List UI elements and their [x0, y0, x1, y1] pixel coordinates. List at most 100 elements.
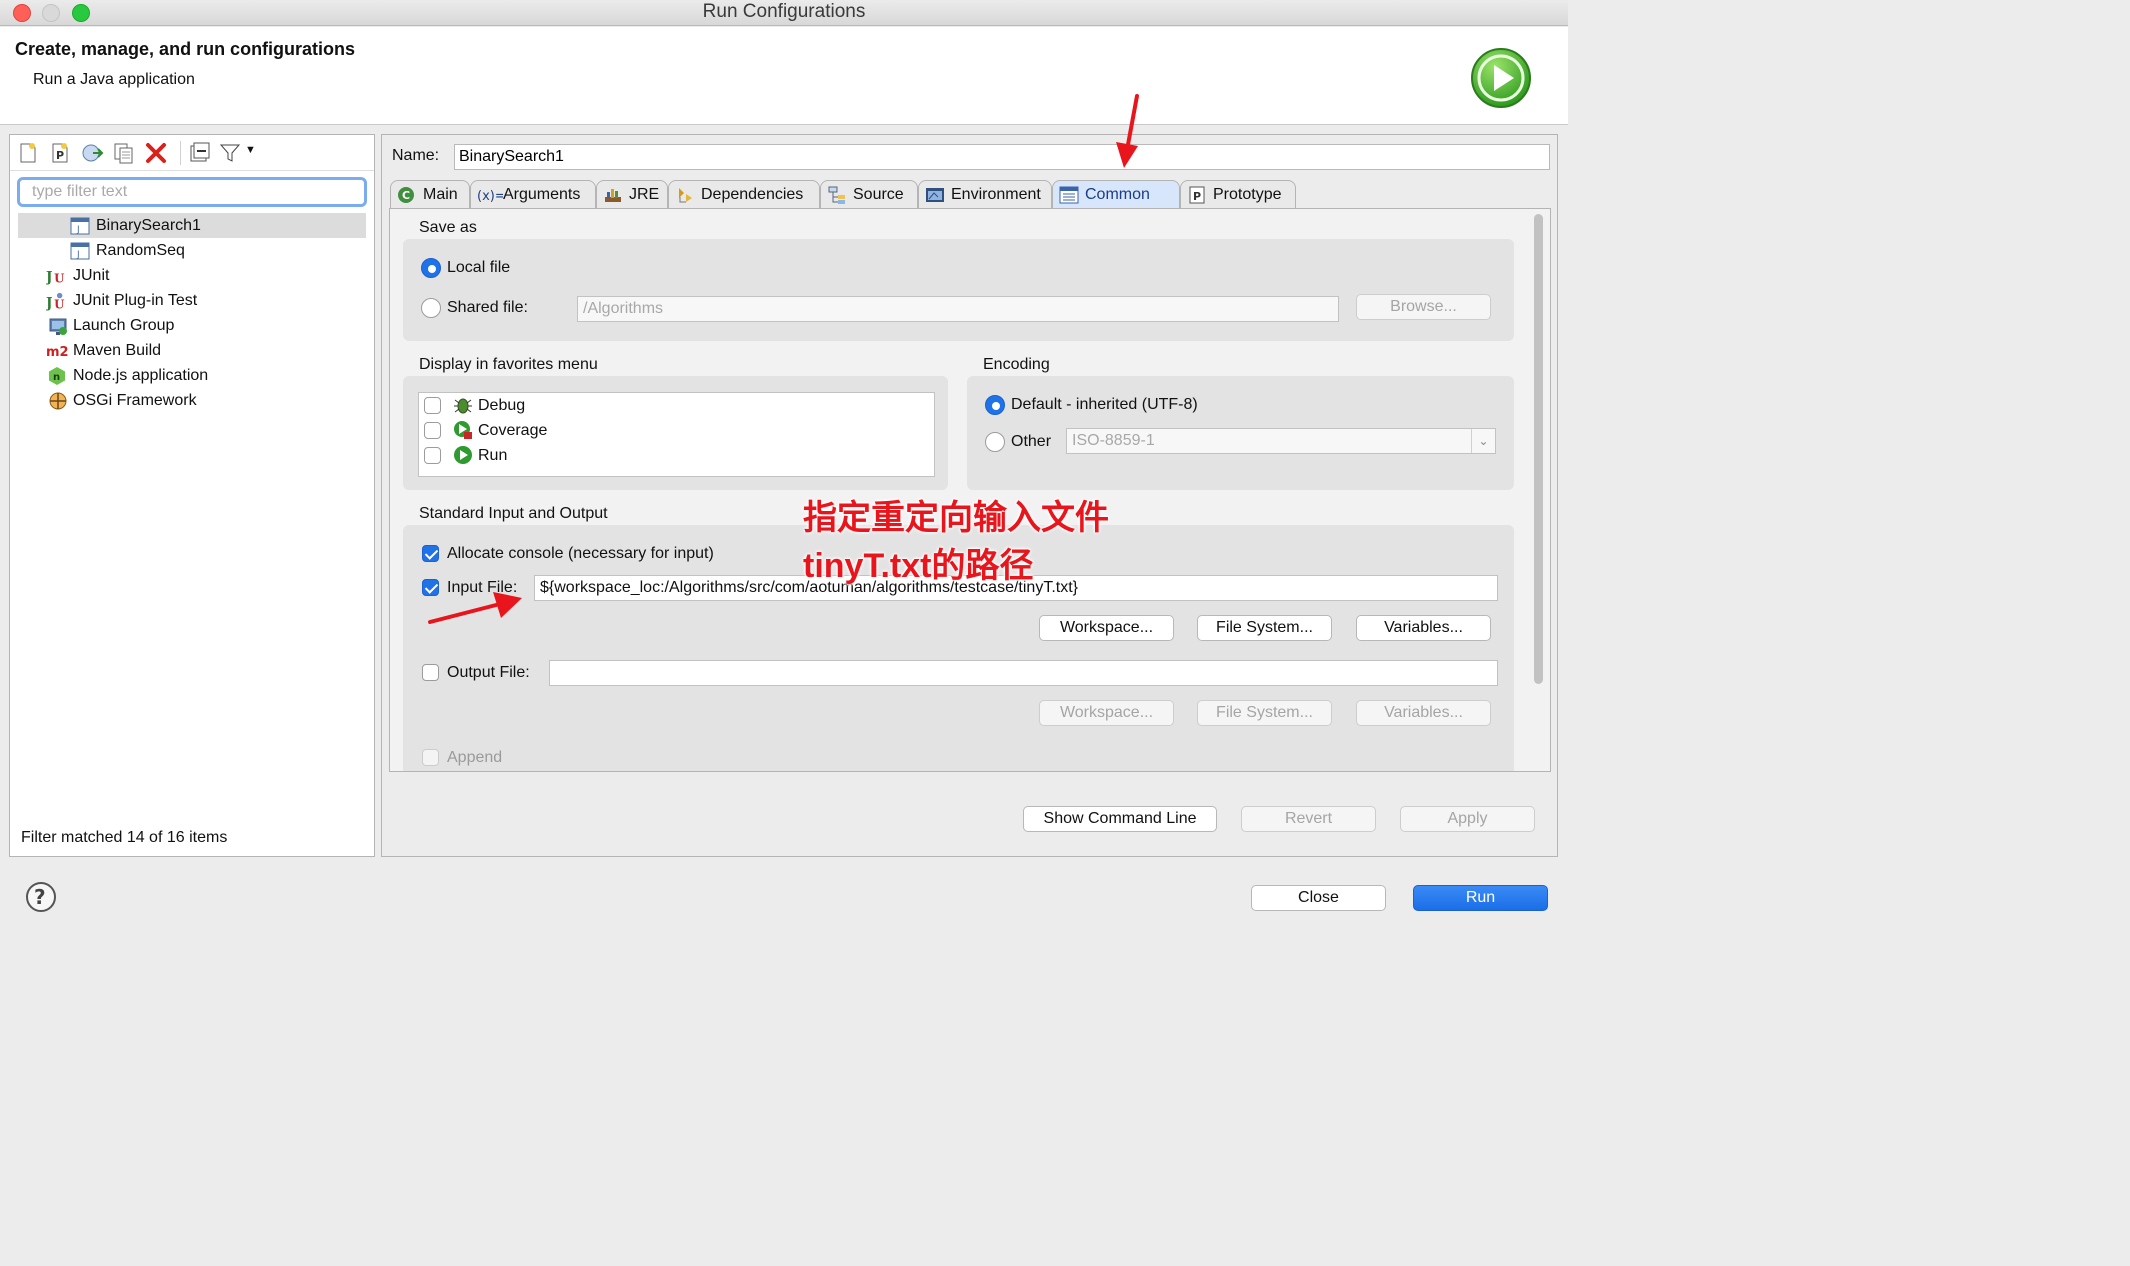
svg-text:U: U: [54, 297, 65, 311]
run-button[interactable]: Run: [1413, 885, 1548, 911]
title-bar: Run Configurations: [0, 0, 1568, 26]
source-tab-icon: [828, 186, 845, 204]
tree-item-label: JUnit Plug-in Test: [73, 292, 198, 309]
coverage-icon: [454, 421, 472, 439]
save-as-group: [403, 239, 1514, 341]
run-checkbox[interactable]: [424, 447, 441, 464]
svg-text:?: ?: [34, 885, 46, 909]
tab-label: Dependencies: [701, 186, 804, 203]
configuration-list-pane: P ▼ J BinarySearch1 J RandomSeq JU JUnit…: [9, 134, 375, 857]
filter-input[interactable]: [17, 177, 367, 207]
chevron-down-icon: ⌄: [1471, 429, 1495, 453]
input-variables-button[interactable]: Variables...: [1356, 615, 1491, 641]
append-checkbox[interactable]: [422, 749, 439, 766]
coverage-checkbox[interactable]: [424, 422, 441, 439]
osgi-icon: [49, 392, 67, 410]
output-workspace-button[interactable]: Workspace...: [1039, 700, 1174, 726]
tab-common[interactable]: Common: [1052, 180, 1180, 208]
tab-label: Source: [853, 186, 904, 203]
tab-label: Prototype: [1213, 186, 1282, 203]
tab-source[interactable]: Source: [820, 180, 918, 208]
output-file-system-button[interactable]: File System...: [1197, 700, 1332, 726]
name-input[interactable]: [454, 144, 1550, 170]
maven-icon: m2: [46, 345, 69, 360]
vertical-scrollbar[interactable]: [1534, 214, 1543, 684]
delete-icon[interactable]: [144, 141, 168, 165]
dependencies-tab-icon: [679, 188, 692, 203]
launch-group-icon: [49, 318, 67, 335]
tree-item-label: JUnit: [73, 267, 110, 284]
annotation-text-line1: 指定重定向输入文件: [803, 499, 1109, 537]
debug-checkbox[interactable]: [424, 397, 441, 414]
tab-prototype[interactable]: P Prototype: [1180, 180, 1296, 208]
default-encoding-radio[interactable]: [985, 395, 1005, 415]
dialog-header: Create, manage, and run configurations R…: [0, 27, 1568, 125]
other-encoding-radio[interactable]: [985, 432, 1005, 452]
new-prototype-icon[interactable]: P: [48, 141, 72, 165]
tree-item-nodejs-application[interactable]: n Node.js application: [18, 363, 366, 388]
junit-plugin-icon: JU: [46, 292, 65, 311]
junit-icon: JU: [46, 269, 65, 285]
run-circle-icon: [1471, 48, 1531, 108]
tree-item-junit-plugin-test[interactable]: JU JUnit Plug-in Test: [18, 288, 366, 313]
shared-file-field[interactable]: /Algorithms: [577, 296, 1339, 322]
header-title: Create, manage, and run configurations: [15, 39, 356, 59]
allocate-console-checkbox[interactable]: [422, 545, 439, 562]
dropdown-arrow-icon[interactable]: ▼: [245, 144, 256, 156]
svg-text:C: C: [402, 189, 410, 202]
encoding-select[interactable]: ISO-8859-1 ⌄: [1066, 428, 1496, 454]
nodejs-icon: n: [49, 367, 65, 385]
tree-item-label: OSGi Framework: [73, 392, 197, 409]
allocate-console-label: Allocate console (necessary for input): [447, 545, 714, 562]
common-tab-icon: [1059, 186, 1079, 204]
apply-button[interactable]: Apply: [1400, 806, 1535, 832]
svg-text:J: J: [76, 250, 80, 260]
arguments-tab-icon: (x)=: [477, 189, 503, 204]
toolbar-separator: [180, 141, 181, 165]
tab-arguments[interactable]: (x)= Arguments: [470, 180, 596, 208]
other-encoding-label: Other: [1011, 433, 1052, 450]
filter-icon[interactable]: [218, 141, 242, 165]
help-icon[interactable]: ?: [25, 881, 57, 913]
stdio-title: Standard Input and Output: [419, 505, 608, 522]
collapse-all-icon[interactable]: [188, 141, 212, 165]
output-file-field[interactable]: [549, 660, 1498, 686]
tree-item-maven-build[interactable]: m2 Maven Build: [18, 338, 366, 363]
svg-text:P: P: [1193, 190, 1201, 203]
tab-main[interactable]: C Main: [390, 180, 470, 208]
tree-item-junit[interactable]: JU JUnit: [18, 263, 366, 288]
encoding-title: Encoding: [983, 356, 1050, 373]
new-config-icon[interactable]: [16, 141, 40, 165]
shared-file-radio[interactable]: [421, 298, 441, 318]
tab-label: JRE: [629, 186, 660, 203]
tree-item-binarysearch1[interactable]: J BinarySearch1: [18, 213, 366, 238]
svg-text:J: J: [76, 225, 80, 235]
tree-item-label: RandomSeq: [96, 242, 185, 259]
svg-text:P: P: [56, 149, 64, 162]
tab-label: Arguments: [503, 186, 581, 203]
input-file-system-button[interactable]: File System...: [1197, 615, 1332, 641]
tab-dependencies[interactable]: Dependencies: [668, 180, 820, 208]
coverage-label: Coverage: [478, 422, 548, 439]
input-workspace-button[interactable]: Workspace...: [1039, 615, 1174, 641]
tree-item-launch-group[interactable]: Launch Group: [18, 313, 366, 338]
tab-environment[interactable]: Environment: [918, 180, 1052, 208]
revert-button[interactable]: Revert: [1241, 806, 1376, 832]
tree-item-label: Launch Group: [73, 317, 175, 334]
duplicate-icon[interactable]: [112, 141, 136, 165]
tree-item-randomseq[interactable]: J RandomSeq: [18, 238, 366, 263]
shared-file-label: Shared file:: [447, 299, 528, 316]
svg-text:n: n: [53, 372, 60, 383]
tree-item-label: Maven Build: [73, 342, 162, 359]
debug-icon: [454, 398, 472, 414]
browse-button[interactable]: Browse...: [1356, 294, 1491, 320]
output-variables-button[interactable]: Variables...: [1356, 700, 1491, 726]
local-file-radio[interactable]: [421, 258, 441, 278]
tree-item-osgi-framework[interactable]: OSGi Framework: [18, 388, 366, 413]
close-button[interactable]: Close: [1251, 885, 1386, 911]
show-command-line-button[interactable]: Show Command Line: [1023, 806, 1217, 832]
output-file-checkbox[interactable]: [422, 664, 439, 681]
tab-jre[interactable]: JRE: [596, 180, 668, 208]
svg-text:U: U: [54, 271, 65, 285]
export-icon[interactable]: [80, 141, 104, 165]
